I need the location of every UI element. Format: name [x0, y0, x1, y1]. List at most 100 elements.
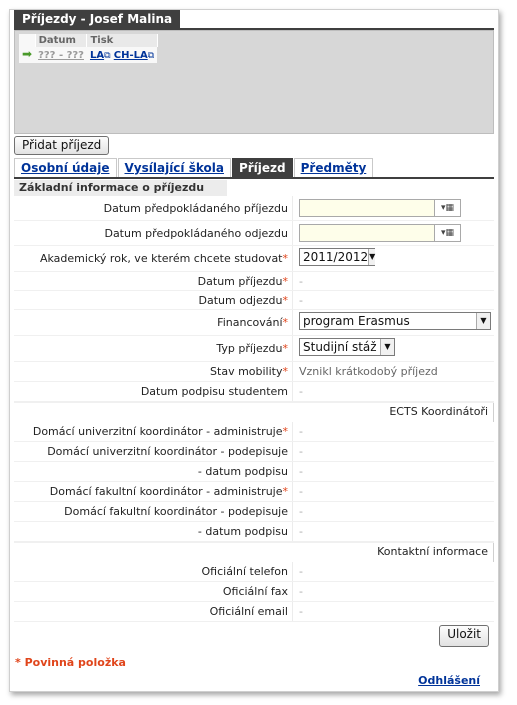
form-row-arrival-date: Datum příjezdu* -	[14, 272, 494, 291]
ects-coordinator-row: - datum podpisu -	[14, 522, 494, 542]
arrival-date-label: Datum příjezdu	[197, 275, 283, 288]
contact-section-title: Kontaktní informace	[372, 543, 494, 562]
ects-coordinator-label: Domácí fakultní koordinátor - podepisuje	[64, 505, 288, 518]
ects-coordinator-value: -	[292, 522, 494, 541]
expected-departure-input[interactable]: ▾▦	[299, 224, 461, 242]
required-marker: *	[282, 485, 289, 498]
ects-coordinator-label: - datum podpisu	[197, 525, 288, 538]
arrivals-table: Datum Tisk ➡ ??? - ??? LA⧉ CH-LA⧉	[19, 34, 158, 63]
contact-info-label: Oficiální fax	[222, 585, 288, 598]
form-row-student-signature-date: Datum podpisu studentem -	[14, 382, 494, 402]
form-row-expected-arrival: Datum předpokládaného příjezdu ▾▦	[14, 196, 494, 221]
add-arrival-button[interactable]: Přidat příjezd	[14, 136, 110, 155]
ects-coordinator-row: Domácí fakultní koordinátor - podepisuje…	[14, 502, 494, 522]
ects-coordinator-row: Domácí fakultní koordinátor - administru…	[14, 482, 494, 502]
departure-date-label: Datum odjezdu	[198, 294, 283, 307]
expected-arrival-label: Datum předpokládaného příjezdu	[103, 202, 288, 215]
form-row-mobility-status: Stav mobility* Vznikl krátkodobý příjezd	[14, 362, 494, 382]
ects-coordinator-label: Domácí univerzitní koordinátor - podepis…	[47, 445, 288, 458]
academic-year-select[interactable]: 2011/2012 ▼	[299, 248, 376, 266]
ects-coordinator-row: Domácí univerzitní koordinátor - podepis…	[14, 442, 494, 462]
funding-value: program Erasmus	[303, 314, 410, 328]
logout-link[interactable]: Odhlášení	[418, 674, 480, 687]
contact-info-label: Oficiální telefon	[201, 565, 289, 578]
ects-coordinator-label: - datum podpisu	[197, 465, 288, 478]
arrival-type-label: Typ příjezdu	[216, 342, 283, 355]
ects-coordinator-row: Domácí univerzitní koordinátor - adminis…	[14, 422, 494, 442]
table-header-date: Datum	[35, 34, 88, 47]
required-marker: *	[282, 316, 289, 329]
chevron-down-icon: ▼	[380, 339, 394, 355]
contact-info-value: -	[292, 562, 494, 581]
chevron-down-icon: ▼	[368, 249, 376, 265]
academic-year-value: 2011/2012	[303, 250, 369, 264]
form-row-departure-date: Datum odjezdu* -	[14, 291, 494, 310]
ects-section-header: ECTS Koordinátoři	[14, 402, 494, 422]
ects-coordinator-row: - datum podpisu -	[14, 462, 494, 482]
contact-info-label: Oficiální email	[209, 605, 288, 618]
save-button[interactable]: Uložit	[439, 625, 489, 647]
ects-coordinator-value: -	[292, 442, 494, 461]
arrival-type-value: Studijní stáž	[303, 340, 377, 354]
section-title: Základní informace o příjezdu	[14, 180, 227, 196]
contact-info-row: Oficiální email -	[14, 602, 494, 622]
page-frame: Příjezdy - Josef Malina Datum Tisk ➡ ???…	[9, 9, 499, 692]
required-marker: *	[282, 275, 289, 288]
chevron-down-icon: ▼	[476, 313, 490, 329]
tab-sending-school[interactable]: Vysílající škola	[117, 158, 231, 177]
form-row-funding: Financování* program Erasmus ▼	[14, 310, 494, 336]
student-signature-date-value: -	[292, 382, 494, 401]
table-header-spacer	[19, 34, 36, 47]
table-row[interactable]: ➡ ??? - ??? LA⧉ CH-LA⧉	[19, 47, 158, 63]
contact-info-row: Oficiální telefon -	[14, 562, 494, 582]
departure-date-value: -	[292, 291, 494, 309]
ects-coordinator-label: Domácí univerzitní koordinátor - adminis…	[32, 425, 283, 438]
ects-section-title: ECTS Koordinátoři	[384, 403, 494, 422]
calendar-icon[interactable]: ▾▦	[434, 200, 460, 216]
expected-arrival-input[interactable]: ▾▦	[299, 199, 461, 217]
form-row-arrival-type: Typ příjezdu* Studijní stáž ▼	[14, 336, 494, 362]
tab-underline	[14, 177, 494, 179]
tab-subjects[interactable]: Předměty	[293, 158, 374, 177]
ects-coordinator-value: -	[292, 482, 494, 501]
tab-personal-data[interactable]: Osobní údaje	[14, 158, 117, 177]
arrival-date-link[interactable]: ??? - ???	[38, 50, 84, 61]
mobility-status-label: Stav mobility	[210, 365, 283, 378]
funding-select[interactable]: program Erasmus ▼	[299, 312, 491, 330]
contact-info-value: -	[292, 602, 494, 621]
tab-bar: Osobní údaje Vysílající škola Příjezd Př…	[14, 158, 374, 177]
arrivals-panel: Datum Tisk ➡ ??? - ??? LA⧉ CH-LA⧉	[14, 30, 494, 134]
table-header-print: Tisk	[86, 34, 158, 47]
mobility-status-value: Vznikl krátkodobý příjezd	[292, 362, 494, 381]
arrival-date-value: -	[292, 272, 494, 290]
required-marker: *	[282, 425, 289, 438]
arrival-type-select[interactable]: Studijní stáž ▼	[299, 338, 395, 356]
window-title: Příjezdy - Josef Malina	[14, 10, 181, 28]
academic-year-label: Akademický rok, ve kterém chcete studova…	[39, 252, 283, 265]
arrival-form: Datum předpokládaného příjezdu ▾▦ Datum …	[14, 196, 494, 647]
contact-info-row: Oficiální fax -	[14, 582, 494, 602]
form-row-expected-departure: Datum předpokládaného odjezdu ▾▦	[14, 221, 494, 246]
contact-section-header: Kontaktní informace	[14, 542, 494, 562]
arrow-right-icon[interactable]: ➡	[22, 47, 32, 61]
required-marker: *	[282, 294, 289, 307]
external-link-icon: ⧉	[147, 50, 155, 61]
contact-info-value: -	[292, 582, 494, 601]
tab-arrival[interactable]: Příjezd	[231, 158, 293, 177]
student-signature-date-label: Datum podpisu studentem	[140, 385, 288, 398]
save-row: Uložit	[14, 622, 494, 647]
ects-coordinator-value: -	[292, 422, 494, 441]
required-marker: *	[282, 252, 289, 265]
funding-label: Financování	[217, 316, 283, 329]
external-link-icon: ⧉	[104, 50, 111, 61]
ects-coordinator-label: Domácí fakultní koordinátor - administru…	[49, 485, 283, 498]
ects-coordinator-value: -	[292, 462, 494, 481]
form-row-academic-year: Akademický rok, ve kterém chcete studova…	[14, 246, 494, 272]
mandatory-note: * Povinná položka	[15, 656, 126, 669]
calendar-icon[interactable]: ▾▦	[434, 225, 460, 241]
expected-departure-label: Datum předpokládaného odjezdu	[104, 227, 288, 240]
print-ch-la-link[interactable]: CH-LA	[114, 50, 148, 61]
ects-coordinator-value: -	[292, 502, 494, 521]
required-marker: *	[282, 365, 289, 378]
print-la-link[interactable]: LA	[90, 50, 104, 61]
